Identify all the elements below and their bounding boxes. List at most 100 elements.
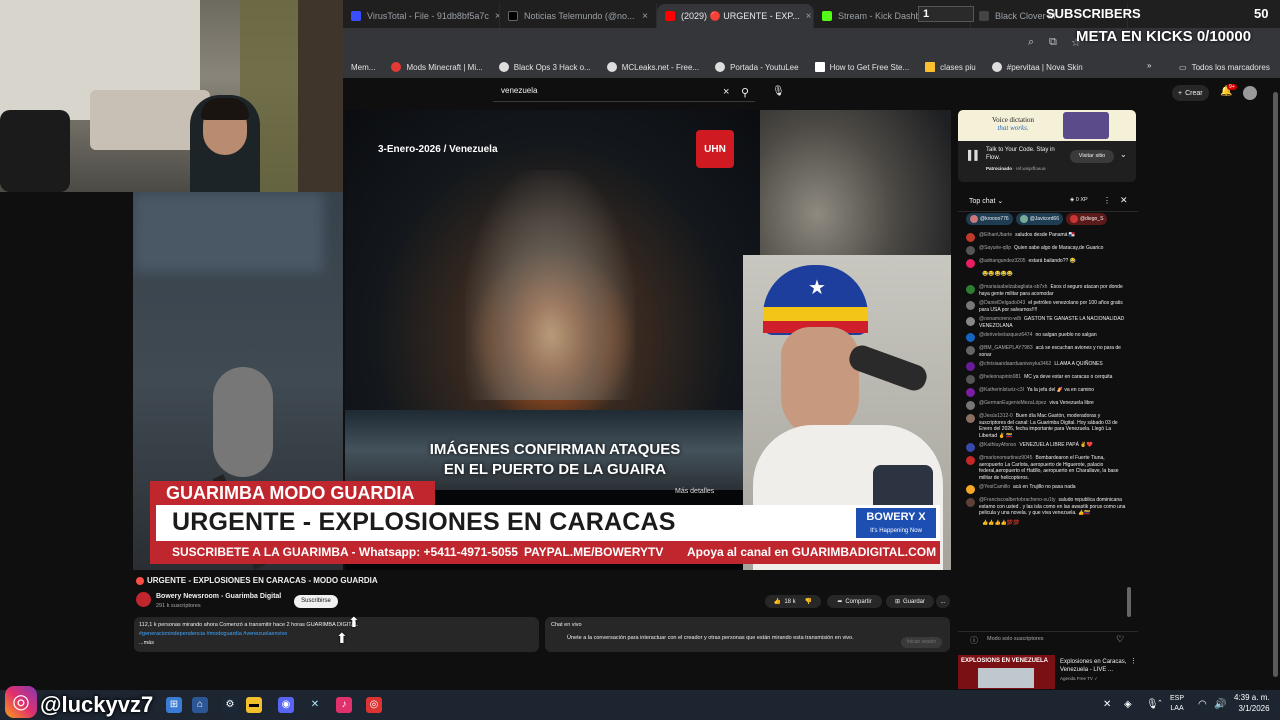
- more-icon[interactable]: ⋮: [1130, 657, 1137, 665]
- chat-author[interactable]: @heleonapinto081: [979, 374, 1021, 380]
- close-icon[interactable]: ✕: [1120, 195, 1128, 206]
- chat-avatar[interactable]: [966, 401, 975, 410]
- search-clear-icon[interactable]: ×: [723, 86, 729, 98]
- chat-author[interactable]: @Jesús1312-0: [979, 413, 1013, 419]
- bookmark-item[interactable]: Mem...: [343, 63, 383, 72]
- chat-scrollbar[interactable]: [1127, 232, 1131, 622]
- chat-avatar[interactable]: [966, 375, 975, 384]
- bookmarks-more-icon[interactable]: »: [1147, 61, 1151, 70]
- search-input[interactable]: venezuela: [493, 84, 755, 102]
- tiktok-icon[interactable]: ♪: [336, 697, 352, 713]
- video-player[interactable]: 3-Enero-2026 / Venezuela UHN IMÁGENES CO…: [345, 110, 951, 570]
- related-thumbnail[interactable]: EXPLOSIONS EN VENEZUELA: [958, 655, 1055, 689]
- channel-name[interactable]: Bowery Newsroom - Guarimba Digital: [156, 593, 281, 600]
- ticker-chip[interactable]: @diego_S: [1065, 213, 1108, 225]
- chat-avatar[interactable]: [966, 317, 975, 326]
- chat-author[interactable]: @mariaisabelzabagliata-sb7xh: [979, 284, 1047, 290]
- chat-avatar[interactable]: [966, 285, 975, 294]
- related-title[interactable]: Explosiones en Caracas, Venezuela - LIVE…: [1060, 658, 1130, 674]
- bookmark-item[interactable]: clases piu: [917, 62, 984, 72]
- chat-author[interactable]: @KathiuyAfonso: [979, 442, 1016, 448]
- all-bookmarks-folder[interactable]: ▭ Todos los marcadores: [1179, 56, 1270, 78]
- chat-author[interactable]: @EthanUbarte: [979, 232, 1012, 238]
- ticker-chip[interactable]: @kroooo776: [966, 213, 1013, 225]
- taskbar-clock[interactable]: 4:39 a. m. 3/1/2026: [1234, 692, 1270, 714]
- voice-search-icon[interactable]: 🎙: [772, 86, 785, 97]
- share-button[interactable]: ➦ Compartir: [827, 595, 882, 608]
- wifi-icon[interactable]: ◠: [1198, 699, 1207, 710]
- bookmark-item[interactable]: Portada - YoutuLee: [707, 62, 807, 72]
- ticker-chip[interactable]: @Javicord66: [1015, 213, 1063, 225]
- page-scrollbar[interactable]: [1271, 80, 1280, 690]
- heart-icon[interactable]: ♡: [1116, 634, 1124, 645]
- tab-close-icon[interactable]: ×: [806, 11, 812, 22]
- windows-icon[interactable]: ⊞: [166, 697, 182, 713]
- browser-tab[interactable]: VirusTotal - File - 91db8bf5a7c ×: [343, 4, 500, 28]
- visit-site-button[interactable]: Visitar sitio: [1070, 150, 1114, 163]
- avatar[interactable]: [1243, 86, 1257, 100]
- search-icon[interactable]: ⚲: [741, 86, 749, 99]
- like-dislike-button[interactable]: 👍 18 k 👎: [765, 595, 821, 608]
- chevron-down-icon[interactable]: ⌄: [1120, 150, 1127, 159]
- store-icon[interactable]: ⌂: [192, 697, 208, 713]
- related-video[interactable]: EXPLOSIONS EN VENEZUELA Explosiones en C…: [958, 655, 1138, 689]
- top-chat-dropdown[interactable]: Top chat ⌄: [969, 197, 1003, 205]
- chat-avatar[interactable]: [966, 301, 975, 310]
- chat-author[interactable]: @Katherinlsturiz-c3l: [979, 387, 1024, 393]
- ad-banner[interactable]: Voice dictation that works.: [958, 110, 1136, 141]
- chat-avatar[interactable]: [966, 414, 975, 423]
- chat-avatar[interactable]: [966, 520, 975, 530]
- chat-author[interactable]: @Franciscoalbertobracheno-su1ty: [979, 497, 1056, 503]
- volume-icon[interactable]: 🔊: [1214, 699, 1226, 710]
- browser-tab-active[interactable]: (2029) 🔴 URGENTE - EXP... ×: [657, 4, 814, 28]
- chat-avatar[interactable]: [966, 333, 975, 342]
- save-button[interactable]: ⊞ Guardar: [886, 595, 934, 608]
- chat-avatar[interactable]: [966, 456, 975, 465]
- steam-icon[interactable]: ⚙: [222, 697, 238, 713]
- chat-author[interactable]: @marlonomartinez9045: [979, 455, 1032, 461]
- chat-avatar[interactable]: [966, 388, 975, 397]
- chat-avatar[interactable]: [966, 485, 975, 494]
- chat-author[interactable]: @adriangundez3205: [979, 258, 1026, 264]
- chat-avatar[interactable]: [966, 246, 975, 255]
- more-actions-button[interactable]: ...: [936, 595, 950, 608]
- chat-author[interactable]: @BM_GAMEPLAY7983: [979, 345, 1033, 351]
- channel-avatar[interactable]: [136, 592, 151, 607]
- cast-icon[interactable]: ⧉: [1049, 36, 1057, 49]
- zoom-icon[interactable]: ⌕: [1028, 36, 1034, 49]
- chat-avatar[interactable]: [966, 346, 975, 355]
- chat-author[interactable]: @YesiCamillo: [979, 484, 1010, 490]
- chrome-icon[interactable]: ◎: [366, 697, 382, 713]
- bookmark-item[interactable]: Black Ops 3 Hack o...: [491, 62, 599, 72]
- language-indicator[interactable]: ESP LAA: [1170, 694, 1184, 714]
- chat-avatar[interactable]: [966, 443, 975, 452]
- xp-badge[interactable]: ◈ 0 XP: [1070, 197, 1088, 203]
- ad-panel[interactable]: Voice dictation that works. ▌▌ Talk to Y…: [958, 110, 1136, 182]
- chat-menu-icon[interactable]: ⋮: [1103, 196, 1111, 205]
- chevron-up-icon[interactable]: ⌃: [1157, 699, 1163, 707]
- tab-close-icon[interactable]: ×: [642, 11, 648, 22]
- chat-author[interactable]: @derivelvelasquez6474: [979, 332, 1032, 338]
- create-button[interactable]: + Crear: [1172, 85, 1209, 101]
- bookmark-item[interactable]: #pervitaa | Nova Skin: [984, 62, 1091, 72]
- chat-avatar[interactable]: [966, 362, 975, 371]
- chat-avatar[interactable]: [966, 272, 975, 281]
- browser-tab[interactable]: Noticias Telemundo (@no... ×: [500, 4, 657, 28]
- discord-icon[interactable]: ◉: [278, 697, 294, 713]
- chat-avatar[interactable]: [966, 233, 975, 242]
- chat-author[interactable]: @GermanEugenioMezaLópez: [979, 400, 1046, 406]
- sign-in-button[interactable]: Iniciar sesión: [900, 637, 942, 648]
- file-explorer-icon[interactable]: ▬: [246, 697, 262, 713]
- xbox-icon[interactable]: ✕: [1103, 699, 1111, 710]
- chat-author[interactable]: @Sayurie-q9p: [979, 245, 1011, 251]
- chat-author[interactable]: @chrisiaandaarduaniwsyka3462: [979, 361, 1051, 367]
- chat-avatar[interactable]: [966, 498, 975, 507]
- subscribe-button[interactable]: Suscribirse: [294, 595, 338, 608]
- chat-avatar[interactable]: [966, 259, 975, 268]
- app-icon[interactable]: ✕: [307, 697, 323, 713]
- chat-author[interactable]: @osnamoreno-w8i: [979, 316, 1021, 322]
- bookmark-item[interactable]: How to Get Free Ste...: [807, 62, 918, 72]
- bookmark-item[interactable]: Mods Minecraft | Mi...: [383, 62, 490, 72]
- shield-icon[interactable]: ◈: [1124, 699, 1132, 710]
- chat-author[interactable]: @DanielDelgado043: [979, 300, 1025, 306]
